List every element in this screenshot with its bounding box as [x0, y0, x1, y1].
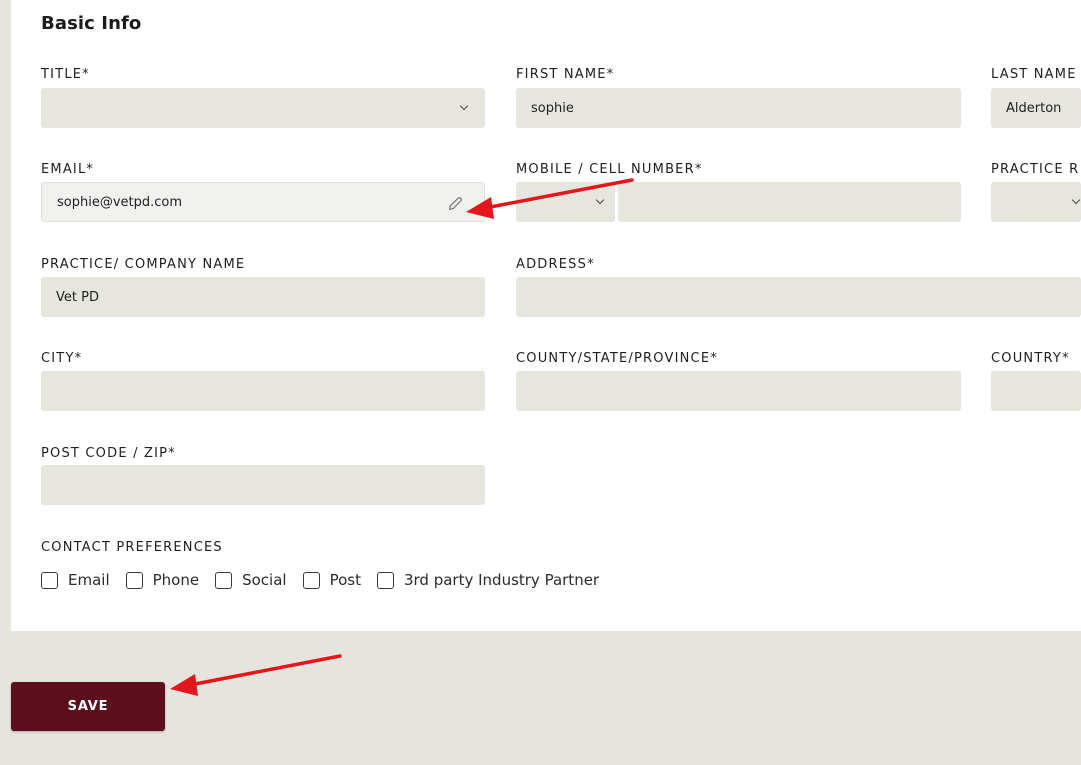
checkbox-social[interactable] — [215, 571, 233, 589]
pref-social-label: Social — [242, 571, 287, 589]
last-name-field[interactable]: Alderton — [991, 88, 1081, 128]
last-name-value: Alderton — [1006, 100, 1062, 116]
address-label: ADDRESS* — [516, 257, 595, 272]
country-code-select[interactable] — [516, 182, 615, 222]
county-field[interactable] — [516, 371, 961, 411]
chevron-down-icon — [595, 195, 605, 205]
title-select[interactable] — [41, 88, 485, 128]
pref-phone[interactable]: Phone — [125, 571, 200, 589]
company-label: PRACTICE/ COMPANY NAME — [41, 257, 246, 272]
contact-preferences-label: CONTACT PREFERENCES — [41, 540, 223, 555]
address-field[interactable] — [516, 277, 1081, 317]
county-label: COUNTY/STATE/PROVINCE* — [516, 351, 718, 366]
first-name-value: sophie — [531, 100, 574, 116]
chevron-down-icon — [459, 101, 469, 111]
chevron-down-icon — [1071, 195, 1081, 205]
email-field[interactable]: sophie@vetpd.com — [41, 182, 485, 222]
company-value: Vet PD — [56, 289, 99, 305]
pencil-icon[interactable] — [446, 195, 464, 213]
section-title: Basic Info — [41, 13, 142, 34]
checkbox-phone[interactable] — [125, 571, 143, 589]
mobile-label: MOBILE / CELL NUMBER* — [516, 162, 703, 177]
pref-third-party[interactable]: 3rd party Industry Partner — [376, 571, 600, 589]
checkbox-email[interactable] — [41, 571, 58, 589]
contact-preferences: Email Phone Social Post 3rd party Indust… — [41, 571, 615, 589]
country-field[interactable] — [991, 371, 1081, 411]
city-field[interactable] — [41, 371, 485, 411]
pref-third-party-label: 3rd party Industry Partner — [403, 571, 600, 589]
save-button[interactable]: SAVE — [11, 682, 165, 731]
postcode-field[interactable] — [41, 465, 485, 505]
checkbox-third-party[interactable] — [376, 571, 394, 589]
arrow-to-save — [170, 654, 342, 696]
email-value: sophie@vetpd.com — [57, 194, 183, 210]
pref-post-label: Post — [329, 571, 361, 589]
first-name-label: FIRST NAME* — [516, 67, 615, 82]
last-name-label: LAST NAME — [991, 67, 1077, 82]
pref-social[interactable]: Social — [215, 571, 287, 589]
checkbox-post[interactable] — [302, 571, 320, 589]
company-field[interactable]: Vet PD — [41, 277, 485, 317]
city-label: CITY* — [41, 351, 83, 366]
email-label: EMAIL* — [41, 162, 95, 177]
postcode-label: POST CODE / ZIP* — [41, 446, 176, 461]
practice-role-select[interactable] — [991, 182, 1081, 222]
first-name-field[interactable]: sophie — [516, 88, 961, 128]
pref-email[interactable]: Email — [41, 571, 110, 589]
title-label: TITLE* — [41, 67, 90, 82]
practice-role-label: PRACTICE R — [991, 162, 1080, 177]
mobile-number-field[interactable] — [618, 182, 961, 222]
pref-email-label: Email — [68, 571, 110, 589]
pref-phone-label: Phone — [152, 571, 200, 589]
country-label: COUNTRY* — [991, 351, 1070, 366]
pref-post[interactable]: Post — [302, 571, 361, 589]
